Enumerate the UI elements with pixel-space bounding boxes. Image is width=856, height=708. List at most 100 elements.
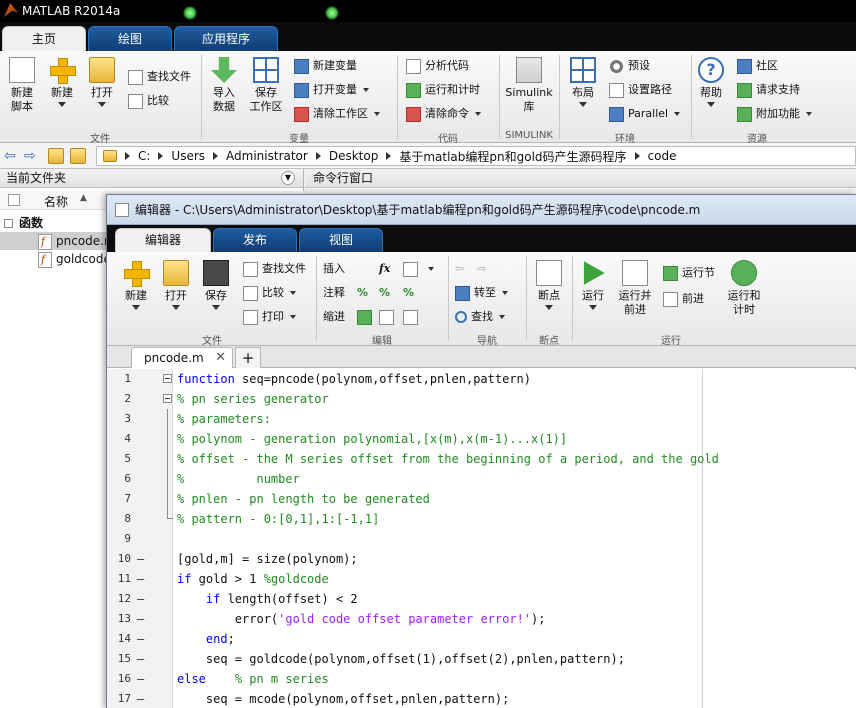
- code-line[interactable]: 13– error('gold code offset parameter er…: [107, 609, 856, 629]
- preferences-button[interactable]: 预设: [609, 57, 650, 75]
- run-and-advance-button[interactable]: 运行并 前进: [615, 260, 655, 317]
- code-line[interactable]: 16– else % pn m series: [107, 669, 856, 689]
- increase-indent-icon[interactable]: [403, 308, 422, 326]
- indent-button[interactable]: 缩进: [323, 308, 345, 326]
- collapse-toggle-icon[interactable]: [4, 219, 13, 228]
- open-variable-button[interactable]: 打开变量: [294, 81, 369, 99]
- breakpoint-marker[interactable]: –: [137, 669, 147, 689]
- forward-nav-icon[interactable]: ⇨: [477, 260, 486, 278]
- find-files-button[interactable]: 查找文件: [128, 68, 191, 86]
- code-line[interactable]: 1 function seq=pncode(polynom,offset,pnle…: [107, 369, 856, 389]
- tab-plots[interactable]: 绘图: [88, 26, 172, 51]
- request-support-button[interactable]: 请求支持: [737, 81, 800, 99]
- editor-open-button[interactable]: 打开: [159, 260, 193, 310]
- breadcrumb-segment[interactable]: code: [648, 149, 677, 163]
- comment-button[interactable]: 注释: [323, 284, 345, 302]
- up-folder-icon[interactable]: [48, 148, 64, 164]
- breakpoint-marker[interactable]: –: [137, 589, 147, 609]
- save-workspace-button[interactable]: 保存 工作区: [246, 57, 286, 114]
- select-all-checkbox[interactable]: [8, 194, 20, 206]
- run-and-time-button[interactable]: 运行和 计时: [723, 260, 765, 317]
- decrease-indent-icon[interactable]: [379, 308, 398, 326]
- editor-compare-button[interactable]: 比较: [243, 284, 296, 302]
- breakpoint-marker[interactable]: –: [137, 689, 147, 708]
- new-variable-button[interactable]: 新建变量: [294, 57, 357, 75]
- breadcrumb-segment[interactable]: Administrator: [226, 149, 308, 163]
- code-editor[interactable]: 1 function seq=pncode(polynom,offset,pnle…: [107, 369, 856, 708]
- editor-save-button[interactable]: 保存: [199, 260, 233, 310]
- code-line[interactable]: 8 % pattern - 0:[0,1],1:[-1,1]: [107, 509, 856, 529]
- code-line[interactable]: 3 % parameters:: [107, 409, 856, 429]
- community-button[interactable]: 社区: [737, 57, 778, 75]
- breakpoints-button[interactable]: 断点: [533, 260, 565, 310]
- tab-view[interactable]: 视图: [299, 228, 383, 252]
- open-button[interactable]: 打开: [84, 57, 120, 107]
- smart-indent-icon[interactable]: [357, 308, 376, 326]
- editor-find-files-button[interactable]: 查找文件: [243, 260, 306, 278]
- code-line[interactable]: 5 % offset - the M series offset from the…: [107, 449, 856, 469]
- parallel-button[interactable]: Parallel: [609, 105, 681, 123]
- browse-folder-icon[interactable]: [70, 148, 86, 164]
- tab-home[interactable]: 主页: [2, 26, 86, 51]
- code-line[interactable]: 14– end;: [107, 629, 856, 649]
- layout-button[interactable]: 布局: [565, 57, 601, 107]
- tab-editor[interactable]: 编辑器: [115, 228, 211, 252]
- uncomment-icon[interactable]: %: [379, 284, 390, 302]
- close-icon[interactable]: ✕: [215, 348, 226, 368]
- insert-button[interactable]: 插入: [323, 260, 345, 278]
- clear-workspace-button[interactable]: 清除工作区: [294, 105, 380, 123]
- function-browser-button[interactable]: [403, 260, 434, 278]
- breakpoint-marker[interactable]: –: [137, 609, 147, 629]
- code-line[interactable]: 12– if length(offset) < 2: [107, 589, 856, 609]
- new-button[interactable]: 新建: [44, 57, 80, 107]
- breakpoint-marker[interactable]: –: [137, 569, 147, 589]
- breakpoint-marker[interactable]: –: [137, 549, 147, 569]
- new-tab-button[interactable]: +: [235, 347, 261, 368]
- code-line[interactable]: 17– seq = mcode(polynom,offset,pnlen,pat…: [107, 689, 856, 708]
- editor-new-button[interactable]: 新建: [119, 260, 153, 310]
- code-line[interactable]: 11– if gold > 1 %goldcode: [107, 569, 856, 589]
- fold-toggle-icon[interactable]: [163, 394, 172, 403]
- compare-button[interactable]: 比较: [128, 92, 169, 110]
- run-and-time-button[interactable]: 运行和计时: [406, 81, 480, 99]
- path-breadcrumb[interactable]: C: Users Administrator Desktop 基于matlab编…: [96, 146, 856, 166]
- code-line[interactable]: 15– seq = goldcode(polynom,offset(1),off…: [107, 649, 856, 669]
- back-arrow-icon[interactable]: ⇦: [4, 148, 20, 164]
- panel-menu-icon[interactable]: ▼: [281, 171, 295, 185]
- run-button[interactable]: 运行: [577, 260, 609, 310]
- code-line[interactable]: 9: [107, 529, 856, 549]
- editor-print-button[interactable]: 打印: [243, 308, 296, 326]
- help-button[interactable]: ? 帮助: [696, 57, 726, 107]
- simulink-library-button[interactable]: Simulink 库: [504, 57, 554, 114]
- back-nav-icon[interactable]: ⇦: [455, 260, 464, 278]
- forward-arrow-icon[interactable]: ⇨: [24, 148, 40, 164]
- code-line[interactable]: 10– [gold,m] = size(polynom);: [107, 549, 856, 569]
- breadcrumb-segment[interactable]: Desktop: [329, 149, 379, 163]
- new-script-button[interactable]: 新建 脚本: [4, 57, 40, 114]
- set-path-button[interactable]: 设置路径: [609, 81, 672, 99]
- insert-function-button[interactable]: fx: [379, 260, 390, 278]
- goto-button[interactable]: 转至: [455, 284, 508, 302]
- tab-publish[interactable]: 发布: [213, 228, 297, 252]
- import-data-button[interactable]: 导入 数据: [206, 57, 242, 114]
- breakpoint-marker[interactable]: –: [137, 629, 147, 649]
- run-section-button[interactable]: 运行节: [663, 264, 715, 282]
- fold-toggle-icon[interactable]: [163, 374, 172, 383]
- find-button[interactable]: 查找: [455, 308, 505, 326]
- code-line[interactable]: 7 % pnlen - pn length to be generated: [107, 489, 856, 509]
- document-tab-pncode[interactable]: pncode.m ✕: [131, 347, 233, 368]
- wrap-comment-icon[interactable]: %: [403, 284, 414, 302]
- add-ons-button[interactable]: 附加功能: [737, 105, 812, 123]
- comment-percent-icon[interactable]: %: [357, 284, 368, 302]
- code-line[interactable]: 2 % pn series generator: [107, 389, 856, 409]
- code-line[interactable]: 4 % polynom - generation polynomial,[x(m)…: [107, 429, 856, 449]
- tab-apps[interactable]: 应用程序: [174, 26, 278, 51]
- code-line[interactable]: 6 % number: [107, 469, 856, 489]
- breakpoint-marker[interactable]: –: [137, 649, 147, 669]
- breadcrumb-segment[interactable]: Users: [171, 149, 205, 163]
- clear-commands-button[interactable]: 清除命令: [406, 105, 481, 123]
- breadcrumb-segment[interactable]: 基于matlab编程pn和gold码产生源码程序: [399, 148, 626, 165]
- column-name-header[interactable]: 名称: [44, 193, 68, 210]
- breadcrumb-segment[interactable]: C:: [138, 149, 150, 163]
- advance-button[interactable]: 前进: [663, 290, 704, 308]
